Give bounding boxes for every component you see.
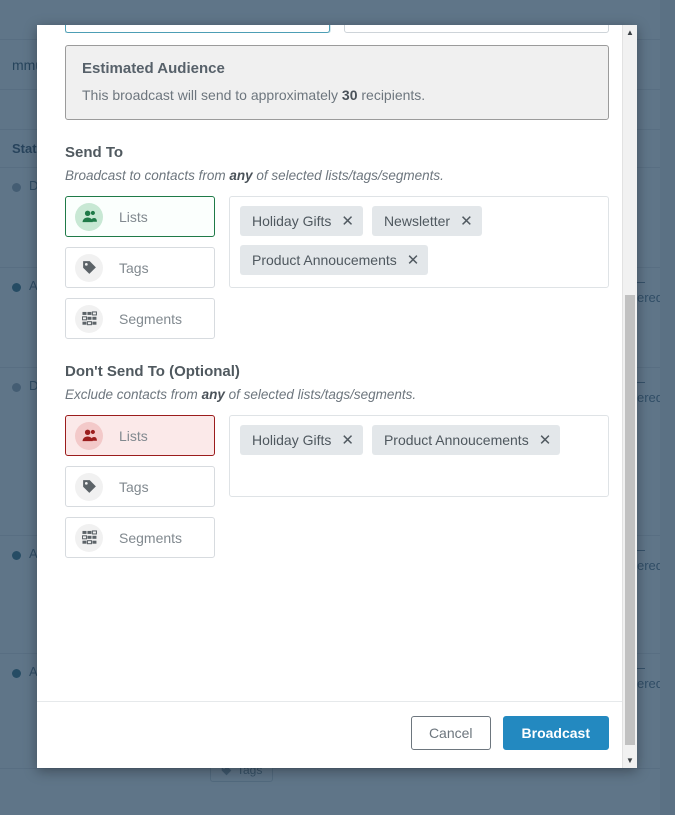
dont-send-to-tags-button[interactable]: Tags: [65, 466, 215, 507]
chip-remove-icon[interactable]: ✕: [407, 253, 420, 268]
send-to-type-buttons: Lists Tags Segments: [65, 196, 215, 339]
chip-remove-icon[interactable]: ✕: [341, 433, 354, 448]
chip-remove-icon[interactable]: ✕: [341, 214, 354, 229]
dont-send-to-picker-row: Lists Tags Segments Holiday Gifts ✕ Prod…: [65, 415, 609, 558]
send-to-subtitle-prefix: Broadcast to contacts from: [65, 168, 230, 183]
send-to-selected-chips[interactable]: Holiday Gifts ✕ Newsletter ✕ Product Ann…: [229, 196, 609, 288]
chip[interactable]: Product Annoucements ✕: [371, 425, 561, 455]
broadcast-name-input[interactable]: [65, 25, 330, 33]
dont-send-to-section: Don't Send To (Optional) Exclude contact…: [65, 363, 609, 558]
chip-label: Product Annoucements: [252, 252, 397, 268]
scrollbar-thumb[interactable]: [625, 295, 635, 745]
grid-icon: [75, 304, 103, 333]
chip[interactable]: Holiday Gifts ✕: [240, 206, 363, 236]
estimated-audience-title: Estimated Audience: [82, 60, 225, 77]
chip-label: Holiday Gifts: [252, 432, 332, 448]
modal-footer: Cancel Broadcast: [37, 701, 637, 768]
grid-icon: [75, 523, 103, 552]
broadcast-button[interactable]: Broadcast: [502, 716, 609, 750]
dont-send-to-lists-label: Lists: [119, 427, 148, 444]
audience-text-prefix: This broadcast will send to approximatel…: [82, 87, 342, 103]
broadcast-modal: Estimated Audience This broadcast will s…: [37, 25, 637, 768]
tag-icon: [75, 472, 103, 501]
send-to-title: Send To: [65, 144, 124, 161]
dont-send-to-tags-label: Tags: [119, 478, 149, 495]
chip[interactable]: Holiday Gifts ✕: [240, 425, 363, 455]
send-to-section: Send To Broadcast to contacts from any o…: [65, 144, 609, 339]
send-to-subtitle-emph: any: [229, 168, 253, 183]
send-to-lists-button[interactable]: Lists: [65, 196, 215, 237]
dont-send-to-title: Don't Send To (Optional): [65, 363, 240, 380]
dont-send-to-segments-button[interactable]: Segments: [65, 517, 215, 558]
dont-send-to-selected-chips[interactable]: Holiday Gifts ✕ Product Annoucements ✕: [229, 415, 609, 497]
dont-send-to-lists-button[interactable]: Lists: [65, 415, 215, 456]
users-icon: [75, 421, 103, 450]
page-root: mmuni Statu Dra Ac — ered Dra — ered: [0, 0, 675, 815]
dont-send-to-type-buttons: Lists Tags Segments: [65, 415, 215, 558]
send-to-segments-button[interactable]: Segments: [65, 298, 215, 339]
dont-send-to-subtitle: Exclude contacts from any of selected li…: [65, 387, 609, 402]
chip[interactable]: Newsletter ✕: [371, 206, 482, 236]
scroll-up-arrow-icon[interactable]: ▲: [623, 25, 637, 40]
modal-scrollbar[interactable]: ▲ ▼: [622, 25, 637, 768]
send-to-subtitle-suffix: of selected lists/tags/segments.: [252, 168, 444, 183]
send-to-segments-label: Segments: [119, 310, 183, 327]
send-to-picker-row: Lists Tags Segments Holiday Gifts ✕ News…: [65, 196, 609, 339]
audience-recipient-count: 30: [341, 87, 358, 103]
send-to-tags-label: Tags: [119, 259, 149, 276]
scroll-down-arrow-icon[interactable]: ▼: [623, 753, 637, 768]
tag-icon: [75, 253, 103, 282]
dont-send-to-segments-label: Segments: [119, 529, 183, 546]
send-to-lists-label: Lists: [119, 208, 148, 225]
estimated-audience-text: This broadcast will send to approximatel…: [82, 87, 592, 103]
broadcast-secondary-input[interactable]: [344, 25, 609, 33]
audience-text-suffix: recipients.: [357, 87, 426, 103]
users-icon: [75, 202, 103, 231]
dont-send-to-subtitle-prefix: Exclude contacts from: [65, 387, 202, 402]
chip-remove-icon[interactable]: ✕: [460, 214, 473, 229]
send-to-tags-button[interactable]: Tags: [65, 247, 215, 288]
chip[interactable]: Product Annoucements ✕: [240, 245, 429, 275]
chip-remove-icon[interactable]: ✕: [539, 433, 552, 448]
dont-send-to-subtitle-suffix: of selected lists/tags/segments.: [224, 387, 417, 402]
modal-scroll-content: Estimated Audience This broadcast will s…: [37, 25, 637, 701]
chip-label: Newsletter: [383, 213, 451, 229]
scrolled-off-inputs-row: [65, 25, 609, 33]
chip-label: Holiday Gifts: [252, 213, 332, 229]
chip-label: Product Annoucements: [383, 432, 529, 448]
send-to-subtitle: Broadcast to contacts from any of select…: [65, 168, 609, 183]
dont-send-to-subtitle-emph: any: [201, 387, 225, 402]
cancel-button[interactable]: Cancel: [410, 716, 491, 750]
estimated-audience-panel: Estimated Audience This broadcast will s…: [65, 45, 609, 120]
